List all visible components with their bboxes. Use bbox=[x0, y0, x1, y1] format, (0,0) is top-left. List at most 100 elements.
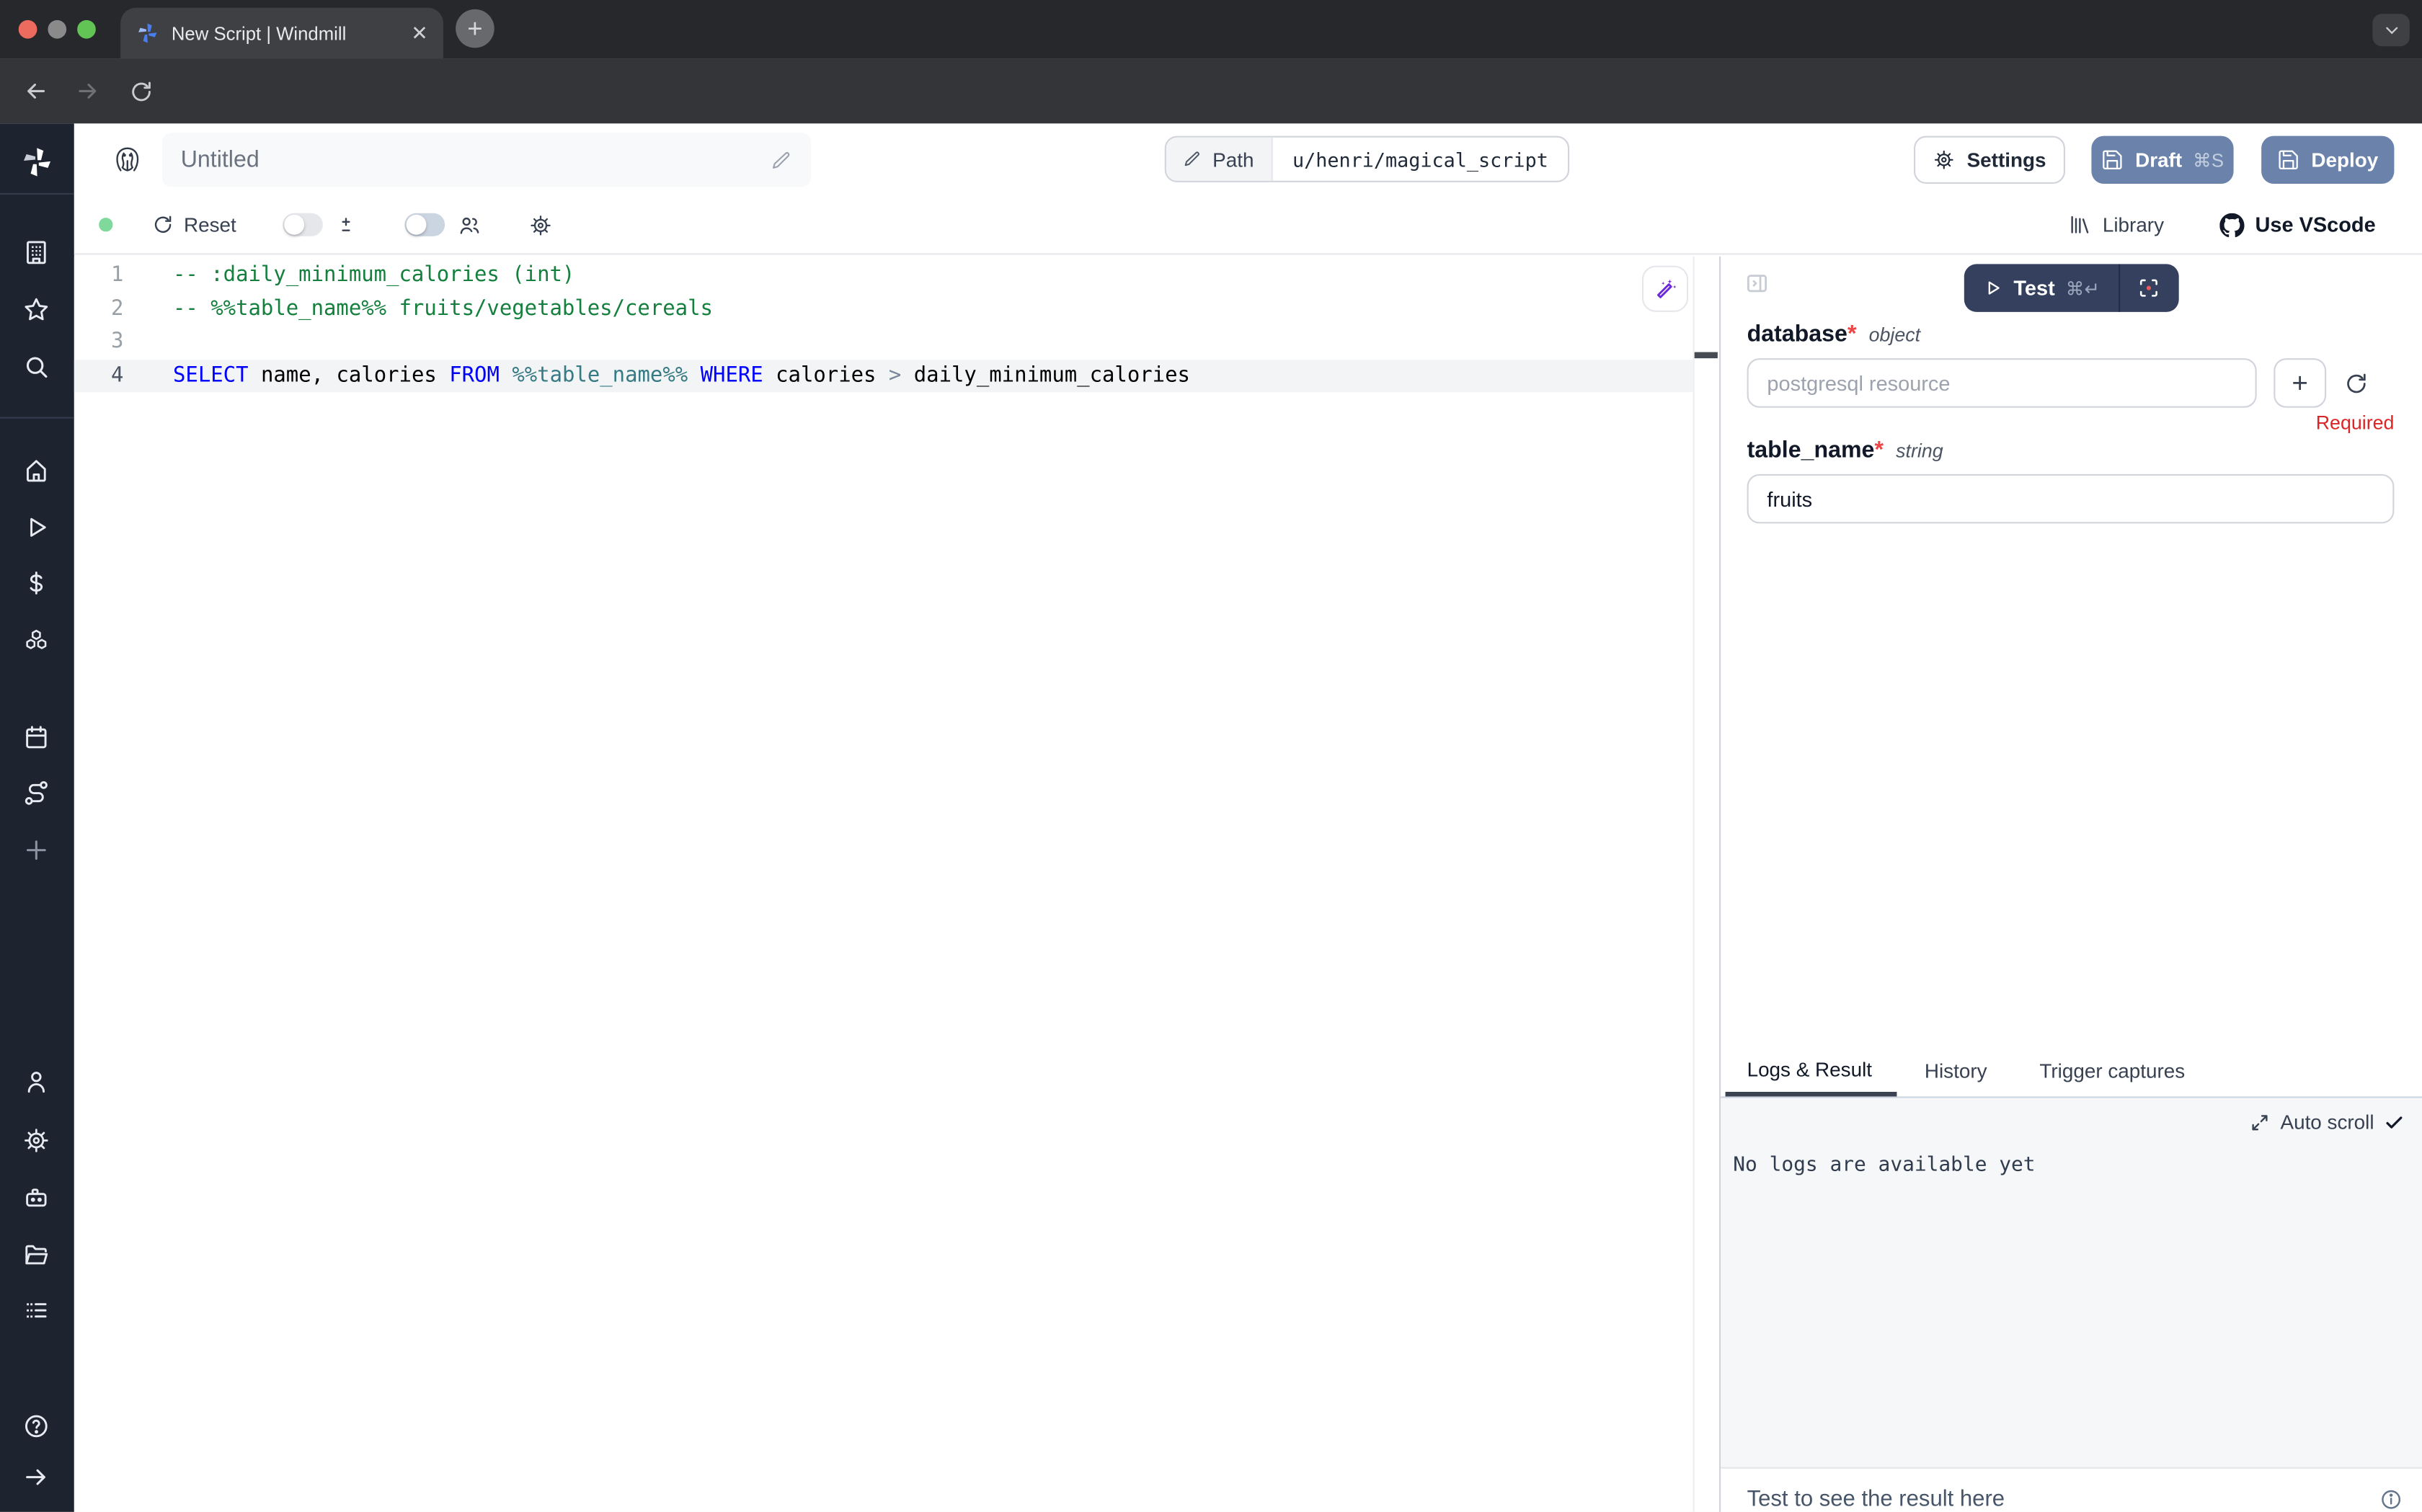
tab-trigger-captures[interactable]: Trigger captures bbox=[2039, 1059, 2185, 1096]
script-summary-input[interactable] bbox=[181, 147, 771, 173]
draft-shortcut: ⌘S bbox=[2193, 149, 2224, 171]
diff-icon bbox=[335, 214, 357, 236]
reset-button[interactable]: Reset bbox=[151, 213, 236, 236]
add-resource-button[interactable]: + bbox=[2274, 358, 2326, 408]
save-icon bbox=[2277, 148, 2300, 172]
tab-search-chevron-icon[interactable] bbox=[2372, 14, 2409, 46]
code-editor[interactable]: 1 -- :daily_minimum_calories (int) 2 -- … bbox=[74, 257, 1719, 1512]
info-icon[interactable] bbox=[2379, 1487, 2403, 1512]
new-tab-button[interactable]: + bbox=[456, 9, 494, 48]
library-label: Library bbox=[2103, 213, 2164, 236]
result-tabs: Logs & Result History Trigger captures bbox=[1721, 1047, 2422, 1098]
collapse-panel-icon[interactable] bbox=[1744, 270, 1770, 296]
sidebar-item-favorites[interactable] bbox=[22, 295, 53, 326]
draft-label: Draft bbox=[2135, 148, 2182, 172]
sidebar-item-help[interactable] bbox=[22, 1412, 53, 1443]
check-icon bbox=[2383, 1111, 2405, 1133]
code-area[interactable]: 1 -- :daily_minimum_calories (int) 2 -- … bbox=[74, 259, 1695, 392]
sidebar-item-audit-logs[interactable] bbox=[22, 1296, 53, 1327]
autoscroll-control[interactable]: Auto scroll bbox=[1733, 1111, 2405, 1134]
sidebar-item-workers[interactable] bbox=[22, 1183, 53, 1214]
field-name: database* bbox=[1747, 321, 1857, 347]
overview-ruler bbox=[1693, 257, 1695, 1512]
database-resource-input[interactable] bbox=[1747, 358, 2257, 408]
edit-pencil-icon[interactable] bbox=[771, 149, 792, 171]
library-icon bbox=[2069, 213, 2092, 236]
expand-icon bbox=[2250, 1111, 2271, 1133]
windmill-logo-icon[interactable] bbox=[20, 145, 54, 179]
capture-button[interactable] bbox=[2120, 264, 2178, 311]
path-value: u/henri/magical_script bbox=[1272, 138, 1569, 181]
close-window-button[interactable] bbox=[19, 20, 37, 39]
sidebar-item-account[interactable] bbox=[22, 1067, 53, 1098]
library-button[interactable]: Library bbox=[2069, 213, 2164, 236]
github-icon bbox=[2219, 213, 2244, 237]
deploy-button[interactable]: Deploy bbox=[2261, 136, 2394, 184]
edit-pencil-icon bbox=[1183, 150, 1202, 169]
sidebar-expand-icon[interactable] bbox=[22, 1462, 53, 1493]
line-number: 4 bbox=[74, 359, 124, 392]
field-type: string bbox=[1896, 440, 1943, 462]
tab-history[interactable]: History bbox=[1925, 1059, 1987, 1096]
sidebar-item-add[interactable] bbox=[22, 835, 53, 866]
sidebar-item-schedules[interactable] bbox=[22, 723, 53, 754]
tab-close-icon[interactable]: ✕ bbox=[411, 21, 427, 45]
multiplayer-toggle[interactable] bbox=[404, 213, 445, 236]
test-split-button: Test ⌘↵ bbox=[1964, 264, 2178, 311]
reload-icon[interactable] bbox=[115, 78, 167, 104]
table-name-input[interactable] bbox=[1747, 474, 2395, 524]
sidebar bbox=[0, 123, 74, 1511]
sidebar-item-settings[interactable] bbox=[22, 1126, 53, 1157]
line-number: 3 bbox=[74, 326, 124, 359]
sidebar-item-resources[interactable] bbox=[22, 627, 53, 658]
sidebar-item-folders[interactable] bbox=[22, 1240, 53, 1271]
script-summary-field[interactable] bbox=[162, 133, 811, 187]
sidebar-item-runs[interactable] bbox=[22, 512, 53, 543]
settings-label: Settings bbox=[1967, 148, 2046, 172]
settings-button[interactable]: Settings bbox=[1914, 136, 2065, 184]
sidebar-item-workspace[interactable] bbox=[22, 238, 53, 269]
browser-tab[interactable]: New Script | Windmill ✕ bbox=[120, 8, 443, 59]
tab-logs-result[interactable]: Logs & Result bbox=[1726, 1058, 1897, 1097]
back-icon[interactable] bbox=[9, 77, 62, 105]
line-number: 1 bbox=[74, 259, 124, 293]
code-text: -- %%table_name%% fruits/vegetables/cere… bbox=[173, 293, 713, 326]
diff-toggle[interactable] bbox=[283, 213, 323, 236]
field-name: table_name* bbox=[1747, 437, 1884, 463]
test-button[interactable]: Test ⌘↵ bbox=[1964, 264, 2119, 311]
script-header: Path u/henri/magical_script Settings Dra… bbox=[74, 123, 2422, 196]
path-label: Path bbox=[1212, 148, 1254, 171]
minimize-window-button[interactable] bbox=[48, 20, 66, 39]
refresh-resources-icon[interactable] bbox=[2343, 370, 2369, 396]
ai-assistant-button[interactable] bbox=[1642, 266, 1688, 312]
test-shortcut: ⌘↵ bbox=[2066, 277, 2100, 299]
use-vscode-button[interactable]: Use VScode bbox=[2219, 213, 2376, 237]
overview-ruler-cursor-mark bbox=[1695, 352, 1718, 359]
line-number: 2 bbox=[74, 293, 124, 326]
editor-toolbar: Reset Library bbox=[74, 196, 2422, 254]
path-widget[interactable]: Path u/henri/magical_script bbox=[1165, 136, 1570, 182]
sidebar-divider bbox=[0, 417, 74, 419]
test-label: Test bbox=[2013, 277, 2054, 300]
windmill-app: Path u/henri/magical_script Settings Dra… bbox=[0, 123, 2422, 1511]
zoom-window-button[interactable] bbox=[77, 20, 96, 39]
browser-toolbar: app.windmill.dev/scripts/add#JTdCJTIyaGF… bbox=[0, 58, 2422, 123]
reset-label: Reset bbox=[184, 213, 236, 236]
code-line: 3 bbox=[74, 326, 1695, 359]
save-icon bbox=[2101, 148, 2124, 172]
required-hint: Required bbox=[1721, 408, 2422, 434]
sidebar-item-triggers[interactable] bbox=[22, 778, 53, 809]
database-input-row: + bbox=[1721, 358, 2422, 408]
sidebar-item-home[interactable] bbox=[22, 455, 53, 486]
forward-icon[interactable] bbox=[62, 77, 115, 105]
capture-icon bbox=[2138, 277, 2161, 300]
code-line-active: 4 SELECT name, calories FROM %%table_nam… bbox=[74, 359, 1695, 392]
sidebar-item-variables[interactable] bbox=[22, 569, 53, 600]
editor-settings-gear-icon[interactable] bbox=[528, 213, 553, 237]
run-panel-header: Test ⌘↵ bbox=[1721, 257, 2422, 321]
draft-button[interactable]: Draft ⌘S bbox=[2091, 136, 2233, 184]
tab-title: New Script | Windmill bbox=[172, 22, 399, 44]
sidebar-item-search[interactable] bbox=[22, 352, 53, 383]
run-panel: Test ⌘↵ database* object + bbox=[1719, 257, 2422, 1512]
magic-wand-icon bbox=[1652, 276, 1678, 302]
